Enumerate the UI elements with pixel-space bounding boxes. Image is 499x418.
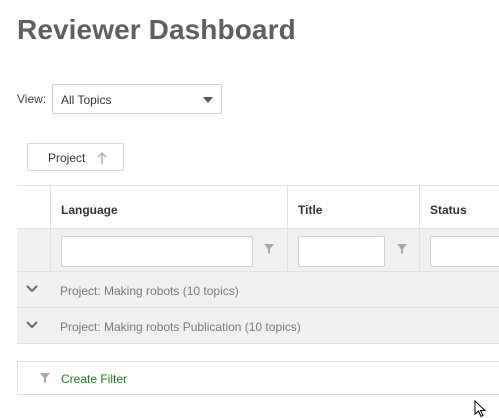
language-filter-input[interactable] [61,236,253,267]
view-label: View: [17,92,47,106]
column-header-status[interactable]: Status [419,186,499,229]
create-filter-bar: Create Filter [17,361,499,395]
filter-icon[interactable] [396,243,408,255]
grid-header-row: Language Title Status [17,186,499,229]
filter-cell-language [50,229,287,272]
chevron-down-icon[interactable] [25,284,39,294]
group-row-label: Project: Making robots (10 topics) [60,284,239,298]
filter-cell-status [419,229,499,272]
filter-icon [40,373,50,383]
status-filter-input[interactable] [430,236,499,267]
create-filter-link[interactable]: Create Filter [61,372,127,386]
title-filter-input[interactable] [298,236,385,267]
group-row-label: Project: Making robots Publication (10 t… [60,320,301,334]
expand-column-header [17,186,50,229]
column-header-language[interactable]: Language [50,186,287,229]
group-row[interactable]: Project: Making robots Publication (10 t… [17,308,499,344]
group-row[interactable]: Project: Making robots (10 topics) [17,272,499,308]
chevron-down-icon [203,97,213,103]
topics-grid: Language Title Status Project: Making ro… [17,185,499,345]
page-title: Reviewer Dashboard [17,14,296,45]
grid-filter-row [17,229,499,272]
sort-ascending-icon[interactable] [96,150,108,166]
column-header-title[interactable]: Title [287,186,419,229]
chevron-down-icon[interactable] [25,320,39,330]
view-select[interactable]: All Topics [52,84,222,114]
group-by-chip-project[interactable]: Project [27,143,124,171]
group-by-chip-label: Project [48,151,86,165]
mouse-cursor-icon [474,400,487,418]
view-select-value: All Topics [61,93,112,107]
filter-cell-title [287,229,419,272]
filter-icon[interactable] [263,243,275,255]
